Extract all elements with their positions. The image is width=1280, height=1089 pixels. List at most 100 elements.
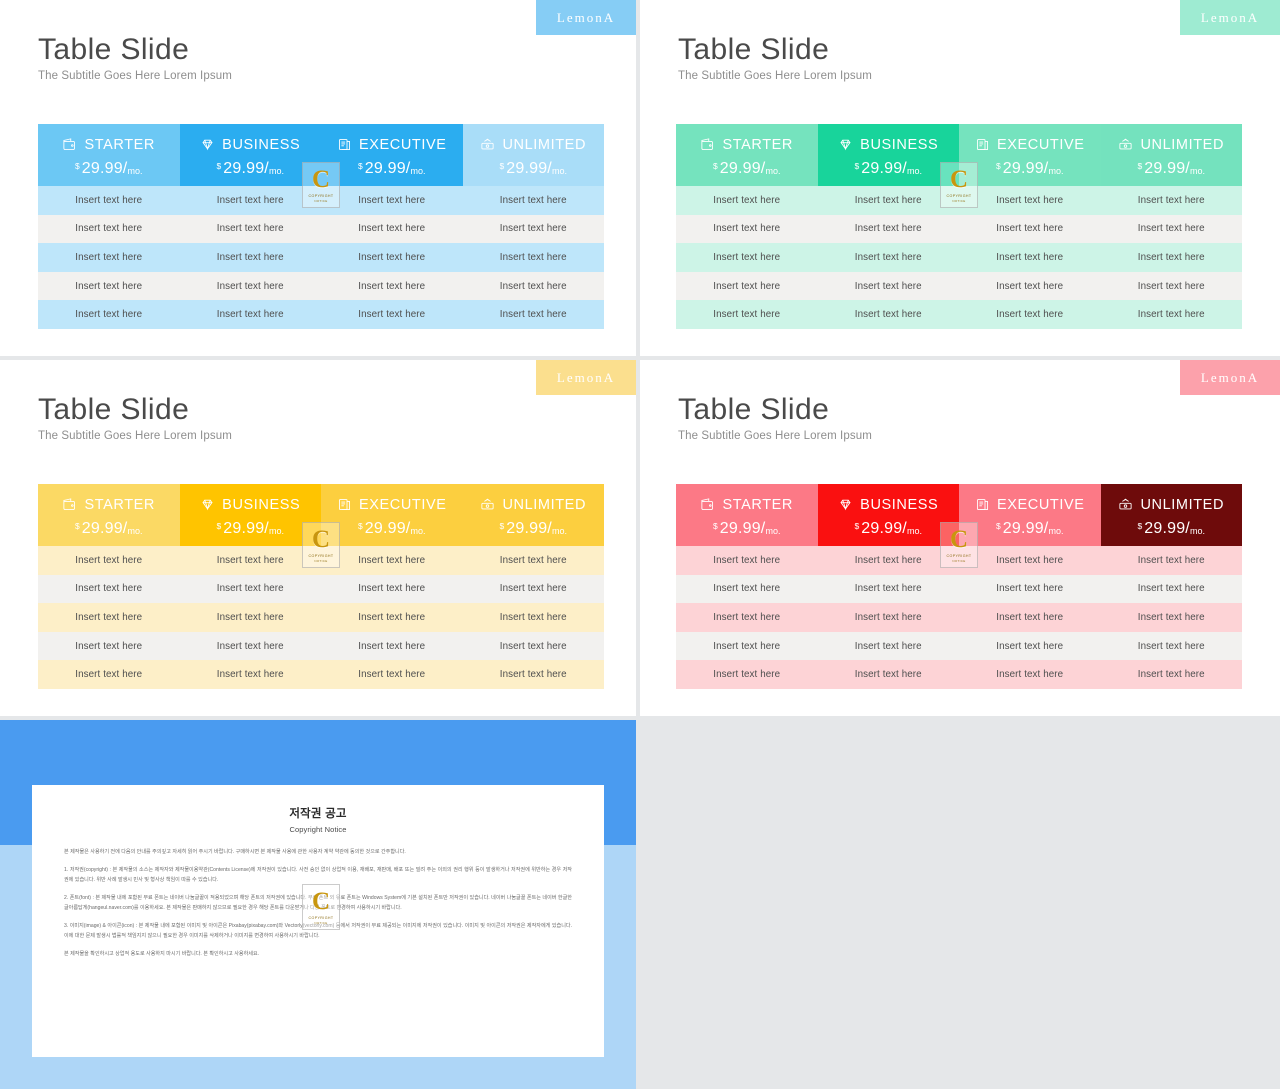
table-cell[interactable]: Insert text here — [38, 215, 180, 244]
pricing-column-header[interactable]: UNLIMITED $29.99/mo. — [462, 484, 604, 546]
pricing-column-header[interactable]: EXECUTIVE $29.99/mo. — [321, 124, 463, 186]
table-cell[interactable]: Insert text here — [321, 300, 463, 329]
table-cell[interactable]: Insert text here — [959, 243, 1101, 272]
table-cell[interactable]: Insert text here — [1101, 243, 1243, 272]
table-cell[interactable]: Insert text here — [959, 272, 1101, 301]
table-cell[interactable]: Insert text here — [180, 546, 322, 575]
table-row[interactable]: Insert text here Insert text here Insert t… — [38, 300, 604, 329]
table-cell[interactable]: Insert text here — [180, 603, 322, 632]
pricing-column-header[interactable]: EXECUTIVE $29.99/mo. — [959, 484, 1101, 546]
table-cell[interactable]: Insert text here — [818, 632, 960, 661]
table-cell[interactable]: Insert text here — [321, 186, 463, 215]
table-cell[interactable]: Insert text here — [818, 603, 960, 632]
copyright-notice-panel[interactable]: 저작권 공고 Copyright Notice 본 제작물은 사용하기 전에 다… — [0, 720, 636, 1089]
table-cell[interactable]: Insert text here — [321, 632, 463, 661]
table-cell[interactable]: Insert text here — [180, 575, 322, 604]
table-cell[interactable]: Insert text here — [818, 243, 960, 272]
table-cell[interactable]: Insert text here — [321, 660, 463, 689]
table-cell[interactable]: Insert text here — [321, 215, 463, 244]
table-row[interactable]: Insert text here Insert text here Insert t… — [676, 660, 1242, 689]
table-cell[interactable]: Insert text here — [463, 272, 605, 301]
table-row[interactable]: Insert text here Insert text here Insert t… — [676, 271, 1243, 301]
table-cell[interactable]: Insert text here — [959, 603, 1101, 632]
table-cell[interactable]: Insert text here — [180, 243, 322, 272]
table-cell[interactable]: Insert text here — [463, 632, 605, 661]
table-cell[interactable]: Insert text here — [38, 632, 180, 661]
table-cell[interactable]: Insert text here — [818, 215, 960, 244]
table-cell[interactable]: Insert text here — [676, 603, 818, 632]
table-cell[interactable]: Insert text here — [1101, 660, 1243, 689]
pricing-column-header[interactable]: UNLIMITED $29.99/mo. — [462, 124, 604, 186]
table-cell[interactable]: Insert text here — [959, 546, 1101, 575]
table-cell[interactable]: Insert text here — [818, 546, 960, 575]
table-cell[interactable]: Insert text here — [1101, 272, 1243, 301]
table-cell[interactable]: Insert text here — [38, 243, 180, 272]
slide-panel-red[interactable]: LemonA Table Slide The Subtitle Goes Here … — [640, 360, 1280, 716]
table-cell[interactable]: Insert text here — [321, 575, 463, 604]
table-cell[interactable]: Insert text here — [1101, 546, 1243, 575]
table-cell[interactable]: Insert text here — [321, 546, 463, 575]
table-cell[interactable]: Insert text here — [676, 272, 818, 301]
pricing-column-header[interactable]: STARTER $29.99/mo. — [676, 124, 818, 186]
pricing-column-header[interactable]: STARTER $29.99/mo. — [38, 124, 180, 186]
table-cell[interactable]: Insert text here — [1101, 603, 1243, 632]
table-row[interactable]: Insert text here Insert text here Insert t… — [676, 243, 1242, 272]
table-cell[interactable]: Insert text here — [38, 575, 180, 604]
table-cell[interactable]: Insert text here — [180, 632, 322, 661]
slide-panel-blue[interactable]: LemonA Table Slide The Subtitle Goes Here … — [0, 0, 636, 356]
table-cell[interactable]: Insert text here — [463, 300, 605, 329]
table-row[interactable]: Insert text here Insert text here Insert t… — [38, 574, 605, 604]
table-row[interactable]: Insert text here Insert text here Insert t… — [676, 574, 1243, 604]
table-cell[interactable]: Insert text here — [818, 660, 960, 689]
pricing-column-header[interactable]: BUSINESS $29.99/mo. — [179, 124, 321, 186]
table-cell[interactable]: Insert text here — [1101, 300, 1243, 329]
table-row[interactable]: Insert text here Insert text here Insert t… — [676, 214, 1243, 244]
table-cell[interactable]: Insert text here — [676, 215, 818, 244]
pricing-column-header[interactable]: UNLIMITED $29.99/mo. — [1100, 124, 1242, 186]
table-cell[interactable]: Insert text here — [676, 243, 818, 272]
pricing-column-header[interactable]: EXECUTIVE $29.99/mo. — [959, 124, 1101, 186]
table-cell[interactable]: Insert text here — [959, 186, 1101, 215]
pricing-column-header[interactable]: EXECUTIVE $29.99/mo. — [321, 484, 463, 546]
table-cell[interactable]: Insert text here — [818, 300, 960, 329]
table-cell[interactable]: Insert text here — [1101, 575, 1243, 604]
table-cell[interactable]: Insert text here — [463, 243, 605, 272]
slide-panel-yellow[interactable]: LemonA Table Slide The Subtitle Goes Here … — [0, 360, 636, 716]
table-cell[interactable]: Insert text here — [676, 186, 818, 215]
table-cell[interactable]: Insert text here — [180, 272, 322, 301]
table-row[interactable]: Insert text here Insert text here Insert t… — [38, 631, 605, 661]
table-cell[interactable]: Insert text here — [959, 632, 1101, 661]
table-cell[interactable]: Insert text here — [180, 660, 322, 689]
table-cell[interactable]: Insert text here — [463, 660, 605, 689]
table-cell[interactable]: Insert text here — [180, 300, 322, 329]
table-cell[interactable]: Insert text here — [676, 632, 818, 661]
table-cell[interactable]: Insert text here — [959, 660, 1101, 689]
table-cell[interactable]: Insert text here — [38, 300, 180, 329]
pricing-column-header[interactable]: BUSINESS $29.99/mo. — [817, 124, 959, 186]
table-cell[interactable]: Insert text here — [38, 272, 180, 301]
table-cell[interactable]: Insert text here — [463, 546, 605, 575]
table-cell[interactable]: Insert text here — [38, 660, 180, 689]
table-cell[interactable]: Insert text here — [818, 272, 960, 301]
table-row[interactable]: Insert text here Insert text here Insert t… — [38, 603, 604, 632]
table-row[interactable]: Insert text here Insert text here Insert t… — [38, 546, 604, 575]
table-cell[interactable]: Insert text here — [818, 575, 960, 604]
table-cell[interactable]: Insert text here — [463, 575, 605, 604]
table-cell[interactable]: Insert text here — [676, 546, 818, 575]
table-row[interactable]: Insert text here Insert text here Insert t… — [676, 300, 1242, 329]
table-cell[interactable]: Insert text here — [676, 575, 818, 604]
pricing-column-header[interactable]: STARTER $29.99/mo. — [38, 484, 180, 546]
table-cell[interactable]: Insert text here — [1101, 215, 1243, 244]
table-row[interactable]: Insert text here Insert text here Insert t… — [38, 271, 605, 301]
table-row[interactable]: Insert text here Insert text here Insert t… — [38, 243, 604, 272]
pricing-column-header[interactable]: BUSINESS $29.99/mo. — [179, 484, 321, 546]
table-cell[interactable]: Insert text here — [38, 186, 180, 215]
table-cell[interactable]: Insert text here — [1101, 632, 1243, 661]
table-cell[interactable]: Insert text here — [463, 186, 605, 215]
pricing-column-header[interactable]: UNLIMITED $29.99/mo. — [1100, 484, 1242, 546]
table-cell[interactable]: Insert text here — [676, 300, 818, 329]
table-row[interactable]: Insert text here Insert text here Insert t… — [38, 186, 604, 215]
table-cell[interactable]: Insert text here — [321, 272, 463, 301]
table-row[interactable]: Insert text here Insert text here Insert t… — [676, 186, 1242, 215]
table-row[interactable]: Insert text here Insert text here Insert t… — [676, 603, 1242, 632]
